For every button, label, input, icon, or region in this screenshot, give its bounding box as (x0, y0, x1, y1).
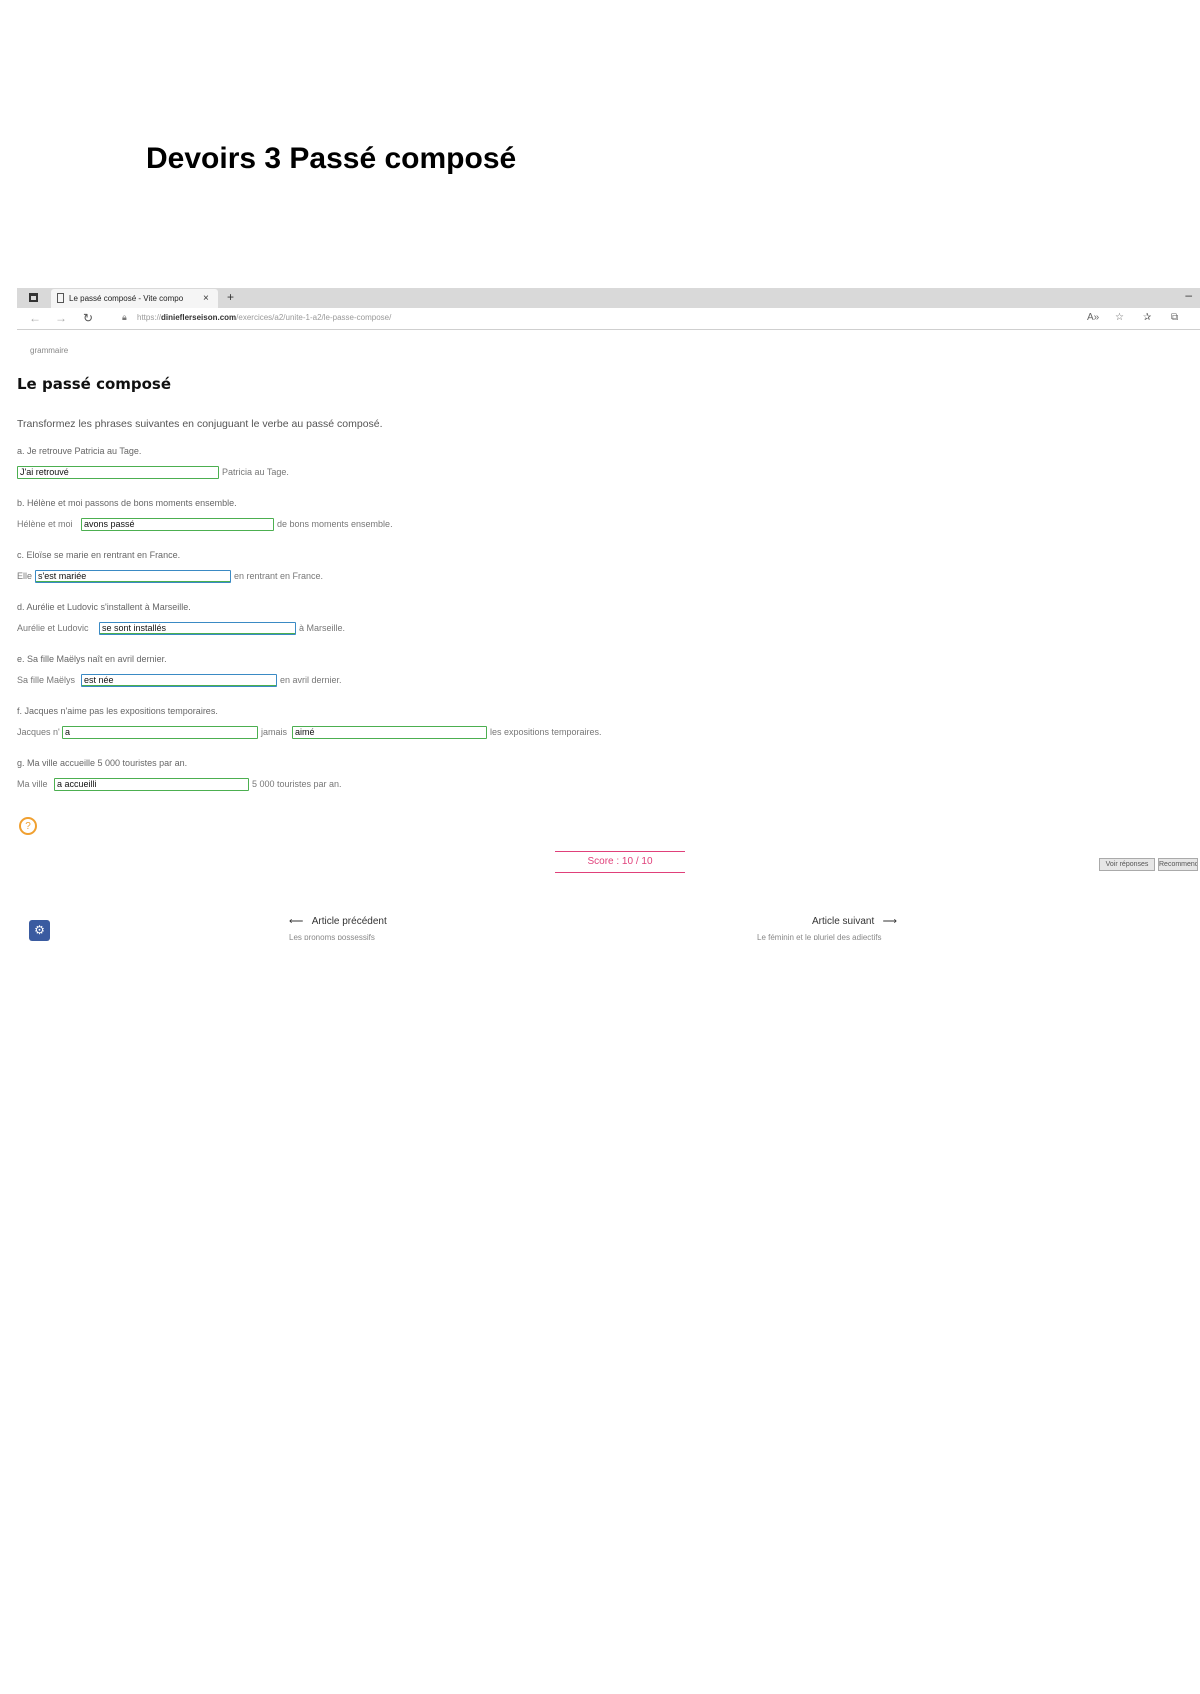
answer-text: Ma ville (17, 779, 48, 789)
answer-text: Aurélie et Ludovic (17, 623, 89, 633)
answer-text: Hélène et moi (17, 519, 73, 529)
score-display: Score : 10 / 10 (555, 851, 685, 873)
previous-article-link[interactable]: ⟵ Article précédent (289, 916, 387, 927)
question-prompt: a. Je retrouve Patricia au Tage. (17, 446, 142, 456)
answer-input[interactable]: s'est mariée (35, 570, 231, 583)
arrow-left-icon: ⟵ (289, 916, 304, 927)
answer-text: en avril dernier. (280, 675, 342, 685)
answer-text: les expositions temporaires. (490, 727, 602, 737)
url-field[interactable]: https://dinieflerseison.com/exercices/a2… (137, 313, 391, 322)
browser-tab[interactable]: Le passé composé - Vite compo × (51, 289, 218, 308)
next-article-link[interactable]: Article suivant ⟶ (812, 916, 897, 927)
question-prompt: e. Sa fille Maëlys naît en avril dernier… (17, 654, 167, 664)
answer-input[interactable]: J'ai retrouvé (17, 466, 219, 479)
gear-icon[interactable]: ⚙ (29, 920, 50, 941)
instructions: Transformez les phrases suivantes en con… (17, 418, 383, 430)
answer-line: Elle s'est mariée en rentrant en France. (17, 570, 417, 584)
tab-actions-icon[interactable] (29, 293, 38, 302)
answer-line: Sa fille Maëlys est née en avril dernier… (17, 674, 437, 688)
answer-line: Ma ville a accueilli 5 000 touristes par… (17, 778, 417, 792)
tab-bar: Le passé composé - Vite compo × + – (17, 288, 1200, 308)
question-prompt: b. Hélène et moi passons de bons moments… (17, 498, 237, 508)
read-aloud-icon[interactable]: A» (1087, 312, 1099, 323)
answer-text: en rentrant en France. (234, 571, 324, 581)
previous-article-title[interactable]: Les pronoms possessifs (289, 933, 375, 940)
answer-input[interactable]: aimé (292, 726, 487, 739)
tab-title: Le passé composé - Vite compo (69, 294, 184, 303)
restart-button[interactable]: Recommencer (1158, 858, 1198, 871)
answer-input[interactable]: a accueilli (54, 778, 249, 791)
back-icon[interactable]: ← (29, 311, 41, 325)
browser-screenshot: Le passé composé - Vite compo × + – ← → … (17, 288, 1200, 948)
minimize-icon[interactable]: – (1185, 288, 1192, 302)
question-prompt: f. Jacques n'aime pas les expositions te… (17, 706, 218, 716)
answer-text: 5 000 touristes par an. (252, 779, 342, 789)
previous-article-label: Article précédent (311, 916, 387, 927)
new-tab-icon[interactable]: + (227, 290, 234, 304)
tab-close-icon[interactable]: × (203, 289, 209, 308)
page-icon (57, 293, 64, 303)
answer-text: Jacques n' (17, 727, 60, 737)
breadcrumb[interactable]: grammaire (30, 346, 68, 355)
address-bar: ← → ↻ 🔒︎ https://dinieflerseison.com/exe… (17, 308, 1200, 330)
show-answers-button[interactable]: Voir réponses (1099, 858, 1155, 871)
answer-line: Hélène et moi avons passé de bons moment… (17, 518, 517, 532)
answer-text: de bons moments ensemble. (277, 519, 393, 529)
collections-icon[interactable]: ⧉ (1171, 312, 1178, 323)
answer-text: Elle (17, 571, 33, 581)
document-title: Devoirs 3 Passé composé (146, 142, 517, 175)
lightbulb-icon[interactable]: ? (19, 817, 37, 835)
question-prompt: g. Ma ville accueille 5 000 touristes pa… (17, 758, 188, 768)
answer-line: Jacques n' a jamais aimé les expositions… (17, 726, 657, 740)
favorite-icon[interactable]: ☆ (1115, 312, 1124, 323)
lock-icon[interactable]: 🔒︎ (122, 312, 127, 323)
arrow-right-icon: ⟶ (882, 916, 897, 927)
question-prompt: c. Eloïse se marie en rentrant en France… (17, 550, 181, 560)
answer-input[interactable]: est née (81, 674, 277, 687)
answer-line: Aurélie et Ludovic se sont installés à M… (17, 622, 437, 636)
answer-input[interactable]: a (62, 726, 258, 739)
answer-input[interactable]: se sont installés (99, 622, 296, 635)
next-article-title[interactable]: Le féminin et le pluriel des adjectifs (757, 933, 882, 940)
favorites-bar-icon[interactable]: ✰ (1143, 312, 1151, 323)
answer-text: Patricia au Tage. (222, 467, 289, 477)
reload-icon[interactable]: ↻ (83, 311, 93, 325)
page-title: Le passé composé (17, 375, 172, 393)
answer-text: à Marseille. (299, 623, 346, 633)
answer-input[interactable]: avons passé (81, 518, 274, 531)
answer-text: Sa fille Maëlys (17, 675, 76, 685)
answer-line: J'ai retrouvé Patricia au Tage. (17, 466, 417, 480)
forward-icon[interactable]: → (55, 311, 67, 325)
answer-text: jamais (261, 727, 288, 737)
next-article-label: Article suivant (812, 916, 875, 927)
question-prompt: d. Aurélie et Ludovic s'installent à Mar… (17, 602, 191, 612)
